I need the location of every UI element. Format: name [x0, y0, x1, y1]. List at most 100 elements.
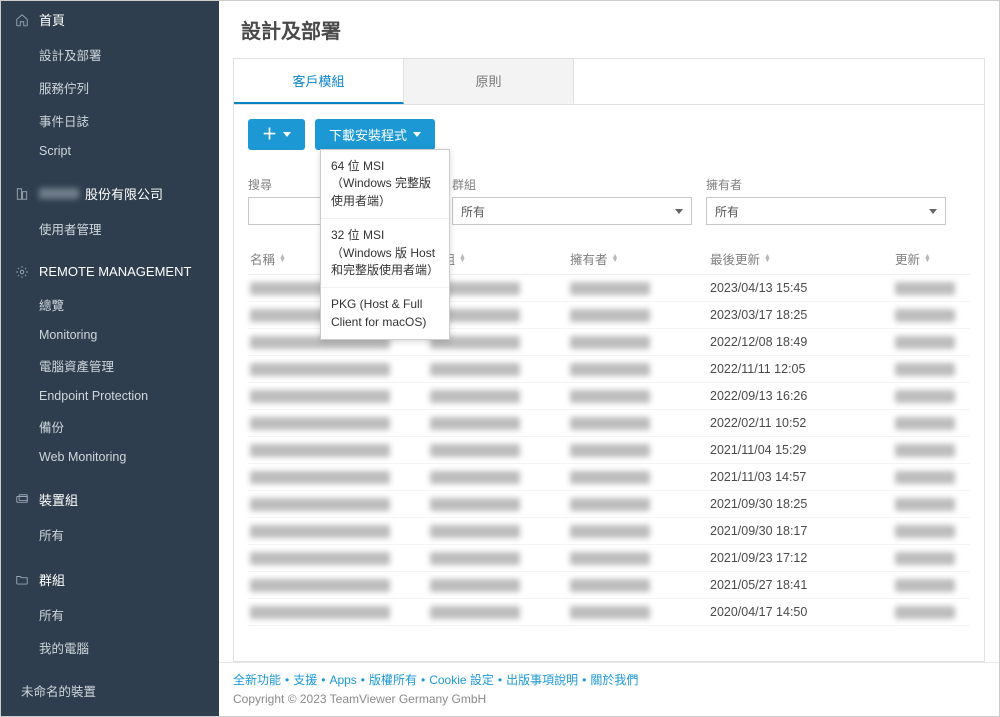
cell-updated: 2021/09/30 18:17 — [710, 524, 885, 538]
footer-link[interactable]: 全新功能 — [233, 673, 281, 687]
cell-owner-redacted — [570, 498, 650, 511]
sidebar-item-groups-all[interactable]: 所有 — [1, 598, 219, 631]
footer-link[interactable]: 出版事項說明 — [506, 673, 578, 687]
tab-customer-module[interactable]: 客戶模組 — [234, 59, 404, 104]
sidebar-item-web-monitoring[interactable]: Web Monitoring — [1, 443, 219, 471]
add-button[interactable]: ＋ — [248, 119, 305, 150]
col-updated[interactable]: 最後更新▲▼ — [710, 249, 885, 268]
cell-updated: 2021/09/30 18:25 — [710, 497, 885, 511]
cell-group-redacted — [430, 417, 520, 430]
sidebar-item-devicegroup-all[interactable]: 所有 — [1, 518, 219, 551]
cell-owner-redacted — [570, 363, 650, 376]
cell-name-redacted — [250, 498, 390, 511]
copyright: Copyright © 2023 TeamViewer Germany GmbH — [233, 692, 985, 706]
cell-name-redacted — [250, 390, 390, 403]
sidebar-item-monitoring[interactable]: Monitoring — [1, 321, 219, 349]
cell-updated: 2023/03/17 18:25 — [710, 308, 885, 322]
sidebar-item-overview[interactable]: 總覽 — [1, 288, 219, 321]
cell-name-redacted — [250, 417, 390, 430]
sidebar-item-asset-mgmt[interactable]: 電腦資產管理 — [1, 349, 219, 382]
footer-link[interactable]: Apps — [329, 673, 356, 687]
cell-updated: 2021/11/03 14:57 — [710, 470, 885, 484]
cell-owner-redacted — [570, 282, 650, 295]
table-row[interactable]: 2022/09/13 16:26 — [248, 383, 970, 410]
sidebar-company[interactable]: 股份有限公司 — [1, 175, 219, 212]
group-select[interactable]: 所有 — [452, 197, 692, 225]
table-row[interactable]: 2022/11/11 12:05 — [248, 356, 970, 383]
main-panel: 設計及部署 客戶模組 原則 ＋ 下載安裝程式 64 位 MSI （Windows… — [219, 1, 999, 716]
download-dropdown: 64 位 MSI （Windows 完整版使用者端） 32 位 MSI （Win… — [320, 149, 450, 340]
sidebar-item-event-log[interactable]: 事件日誌 — [1, 104, 219, 137]
cell-name-redacted — [250, 444, 390, 457]
footer-link[interactable]: Cookie 設定 — [429, 673, 494, 687]
cell-name-redacted — [250, 552, 390, 565]
caret-down-icon — [929, 209, 937, 214]
tab-policy[interactable]: 原則 — [404, 59, 574, 104]
table-row[interactable]: 2021/11/03 14:57 — [248, 464, 970, 491]
sidebar-item-unnamed-device[interactable]: 未命名的裝置 — [1, 674, 219, 707]
sidebar-item-script[interactable]: Script — [1, 137, 219, 165]
table-row[interactable]: 2021/09/23 17:12 — [248, 545, 970, 572]
filter-owner-label: 擁有者 — [706, 176, 946, 193]
cell-update-redacted — [895, 390, 955, 403]
download-installer-button[interactable]: 下載安裝程式 — [315, 119, 435, 150]
tabs: 客戶模組 原則 — [233, 58, 985, 104]
footer-link[interactable]: 關於我們 — [590, 673, 638, 687]
sidebar: 首頁 設計及部署 服務佇列 事件日誌 Script 股份有限公司 使用者管理 R… — [1, 1, 219, 716]
table-row[interactable]: 2021/09/30 18:17 — [248, 518, 970, 545]
table-row[interactable]: 2021/11/04 15:29 — [248, 437, 970, 464]
sidebar-item-design-deploy[interactable]: 設計及部署 — [1, 38, 219, 71]
dropdown-item-pkg[interactable]: PKG (Host & Full Client for macOS) — [321, 288, 449, 339]
table-row[interactable]: 2021/05/27 18:41 — [248, 572, 970, 599]
cell-owner-redacted — [570, 525, 650, 538]
footer: 全新功能•支援•Apps•版權所有•Cookie 設定•出版事項說明•關於我們 … — [219, 662, 999, 716]
content-panel: ＋ 下載安裝程式 64 位 MSI （Windows 完整版使用者端） 32 位… — [233, 104, 985, 662]
dropdown-item-msi64[interactable]: 64 位 MSI （Windows 完整版使用者端） — [321, 150, 449, 219]
cell-updated: 2021/11/04 15:29 — [710, 443, 885, 457]
table-row[interactable]: 2020/04/17 14:50 — [248, 599, 970, 626]
sidebar-home-label: 首頁 — [39, 10, 65, 29]
cell-updated: 2022/11/11 12:05 — [710, 362, 885, 376]
footer-link[interactable]: 支援 — [293, 673, 317, 687]
sidebar-item-backup[interactable]: 備份 — [1, 410, 219, 443]
cell-owner-redacted — [570, 606, 650, 619]
cell-group-redacted — [430, 606, 520, 619]
folder-icon — [13, 573, 31, 587]
sidebar-remote-mgmt[interactable]: REMOTE MANAGEMENT — [1, 255, 219, 288]
sort-icon: ▲▼ — [764, 255, 771, 263]
cell-name-redacted — [250, 363, 390, 376]
col-update[interactable]: 更新▲▼ — [895, 249, 985, 268]
caret-down-icon — [675, 209, 683, 214]
table-row[interactable]: 2022/02/11 10:52 — [248, 410, 970, 437]
cell-update-redacted — [895, 336, 955, 349]
footer-link[interactable]: 版權所有 — [369, 673, 417, 687]
sidebar-item-service-queue[interactable]: 服務佇列 — [1, 71, 219, 104]
cell-group-redacted — [430, 390, 520, 403]
cell-update-redacted — [895, 552, 955, 565]
sidebar-item-user-mgmt[interactable]: 使用者管理 — [1, 212, 219, 245]
cell-name-redacted — [250, 471, 390, 484]
sidebar-groups[interactable]: 群組 — [1, 561, 219, 598]
cell-owner-redacted — [570, 552, 650, 565]
cell-group-redacted — [430, 363, 520, 376]
cell-updated: 2022/12/08 18:49 — [710, 335, 885, 349]
owner-select[interactable]: 所有 — [706, 197, 946, 225]
table-row[interactable]: 2021/09/30 18:25 — [248, 491, 970, 518]
cell-owner-redacted — [570, 390, 650, 403]
company-redacted — [39, 188, 79, 199]
cell-group-redacted — [430, 444, 520, 457]
cell-name-redacted — [250, 525, 390, 538]
sidebar-home[interactable]: 首頁 — [1, 1, 219, 38]
cell-updated: 2020/04/17 14:50 — [710, 605, 885, 619]
home-icon — [13, 13, 31, 27]
col-owner[interactable]: 擁有者▲▼ — [570, 249, 700, 268]
dropdown-item-msi32[interactable]: 32 位 MSI （Windows 版 Host 和完整版使用者端） — [321, 219, 449, 288]
cell-update-redacted — [895, 282, 955, 295]
sidebar-item-my-computer[interactable]: 我的電腦 — [1, 631, 219, 664]
filter-group-label: 群組 — [452, 176, 692, 193]
sidebar-item-endpoint[interactable]: Endpoint Protection — [1, 382, 219, 410]
sidebar-device-group[interactable]: 裝置組 — [1, 481, 219, 518]
cell-group-redacted — [430, 579, 520, 592]
cell-update-redacted — [895, 471, 955, 484]
cell-update-redacted — [895, 444, 955, 457]
